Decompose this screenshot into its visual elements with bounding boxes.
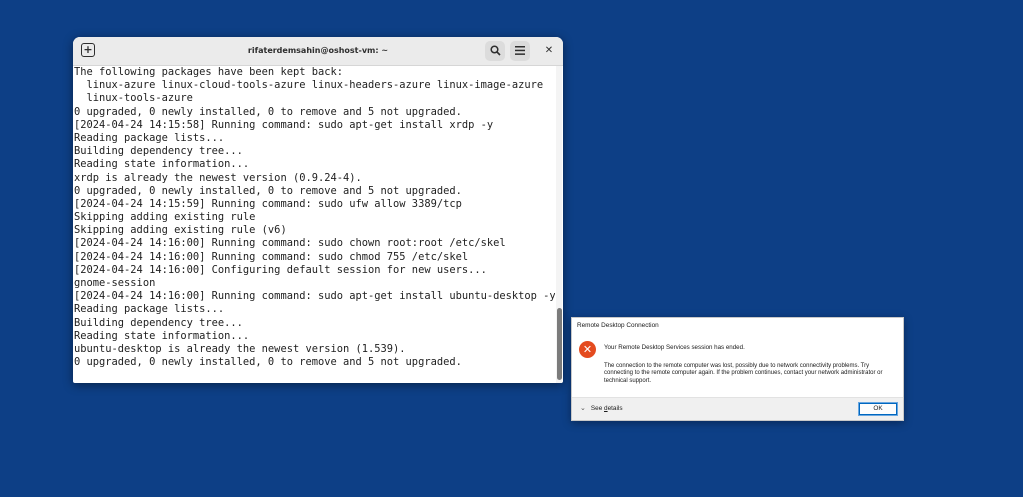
rdp-error-dialog: Remote Desktop Connection ✕ Your Remote … — [571, 317, 904, 421]
close-icon: ✕ — [544, 45, 554, 56]
terminal-line: linux-tools-azure — [74, 92, 193, 105]
scrollbar-thumb[interactable] — [557, 308, 562, 380]
chevron-down-icon: ⌄ — [580, 405, 586, 412]
terminal-line: [2024-04-24 14:16:00] Running command: s… — [74, 290, 555, 303]
terminal-header-bar: + rifaterdemsahin@oshost-vm: ~ ✕ — [73, 37, 563, 66]
terminal-line: Reading state information... — [74, 158, 250, 171]
dialog-footer: ⌄ See details OK — [572, 397, 903, 420]
terminal-line: Reading state information... — [74, 329, 250, 342]
menu-button[interactable] — [510, 41, 530, 61]
terminal-line: [2024-04-24 14:16:00] Configuring defaul… — [74, 263, 487, 276]
terminal-line: The following packages have been kept ba… — [74, 66, 343, 78]
terminal-line: [2024-04-24 14:16:00] Running command: s… — [74, 250, 469, 263]
terminal-line: Building dependency tree... — [74, 145, 243, 158]
terminal-line: Skipping adding existing rule — [74, 211, 256, 224]
terminal-line: 0 upgraded, 0 newly installed, 0 to remo… — [74, 184, 462, 197]
terminal-line: Building dependency tree... — [74, 316, 243, 329]
terminal-line: gnome-session — [74, 277, 156, 289]
hamburger-menu-icon — [515, 46, 525, 55]
terminal-line: [2024-04-24 14:15:59] Running command: s… — [74, 197, 462, 210]
dialog-title: Remote Desktop Connection — [577, 322, 659, 329]
terminal-output[interactable]: The following packages have been kept ba… — [73, 66, 555, 383]
terminal-line: 0 upgraded, 0 newly installed, 0 to remo… — [74, 356, 462, 369]
dialog-detail: The connection to the remote computer wa… — [604, 363, 883, 384]
error-icon: ✕ — [579, 341, 596, 358]
terminal-line: Skipping adding existing rule (v6) — [74, 224, 287, 237]
terminal-scrollbar[interactable] — [556, 66, 562, 383]
terminal-line: linux-azure linux-cloud-tools-azure linu… — [74, 79, 544, 92]
see-details-toggle[interactable]: ⌄ See details — [580, 403, 623, 415]
terminal-line: Reading package lists... — [74, 303, 225, 316]
search-icon — [489, 45, 501, 56]
dialog-message: Your Remote Desktop Services session has… — [604, 344, 745, 351]
terminal-line: ubuntu-desktop is already the newest ver… — [74, 342, 406, 355]
terminal-line: [2024-04-24 14:16:00] Running command: s… — [74, 237, 506, 250]
terminal-line: Reading package lists... — [74, 131, 225, 144]
close-button[interactable]: ✕ — [539, 41, 559, 61]
terminal-window[interactable]: + rifaterdemsahin@oshost-vm: ~ ✕ The fol… — [73, 37, 563, 383]
ok-button[interactable]: OK — [858, 402, 898, 416]
terminal-line: xrdp is already the newest version (0.9.… — [74, 171, 362, 184]
search-button[interactable] — [485, 41, 505, 61]
terminal-line: 0 upgraded, 0 newly installed, 0 to remo… — [74, 105, 462, 118]
terminal-line: [2024-04-24 14:15:58] Running command: s… — [74, 118, 494, 131]
